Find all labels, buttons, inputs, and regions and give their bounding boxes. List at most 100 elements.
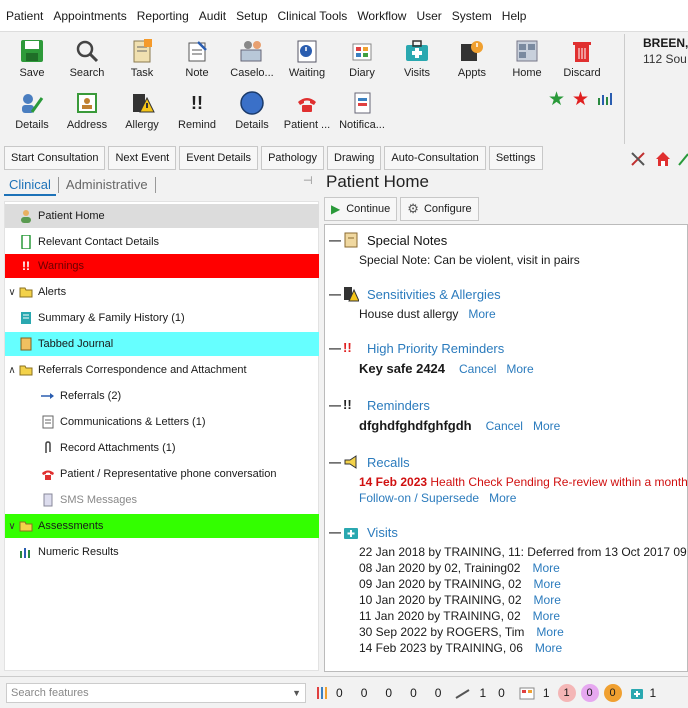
chevron-down-icon[interactable]: ∨ bbox=[5, 521, 19, 532]
pin-icon[interactable]: ⊣ bbox=[303, 174, 313, 187]
next-event-button[interactable]: Next Event bbox=[108, 146, 177, 170]
menu-reporting[interactable]: Reporting bbox=[137, 9, 189, 23]
nav-communications-letters[interactable]: Communications & Letters (1) bbox=[5, 410, 319, 434]
reminders-cancel-link[interactable]: Cancel bbox=[486, 419, 523, 433]
green-star-icon[interactable]: ★ bbox=[548, 88, 565, 111]
task-button[interactable]: Task bbox=[116, 34, 168, 86]
menu-user[interactable]: User bbox=[416, 9, 441, 23]
pen-icon bbox=[455, 688, 470, 699]
nav-phone-conversation[interactable]: Patient / Representative phone conversat… bbox=[5, 462, 319, 486]
visit-row: 11 Jan 2020 by TRAINING, 02 More bbox=[359, 609, 560, 623]
continue-button[interactable]: ▶ Continue bbox=[324, 197, 398, 221]
discard-button[interactable]: Discard bbox=[556, 34, 608, 86]
menu-patient[interactable]: Patient bbox=[6, 9, 43, 23]
appointments-icon bbox=[461, 41, 483, 61]
chevron-up-icon[interactable]: ∧ bbox=[5, 365, 19, 376]
visit-more-link[interactable]: More bbox=[535, 641, 562, 655]
menu-system[interactable]: System bbox=[452, 9, 492, 23]
nav-assessments[interactable]: ∨ Assessments bbox=[5, 514, 319, 538]
nav-referrals[interactable]: Referrals (2) bbox=[5, 384, 319, 408]
save-button[interactable]: Save bbox=[6, 34, 58, 86]
chart-icon[interactable] bbox=[597, 92, 613, 106]
collapse-icon[interactable]: — bbox=[329, 455, 343, 469]
collapse-icon[interactable]: — bbox=[329, 525, 343, 539]
visits-button[interactable]: Visits bbox=[391, 34, 443, 86]
visit-more-link[interactable]: More bbox=[536, 625, 563, 639]
search-features-input[interactable]: Search features ▼ bbox=[6, 682, 306, 703]
nav-warnings[interactable]: !! Warnings bbox=[5, 254, 319, 278]
visit-row: 08 Jan 2020 by 02, Training02 More bbox=[359, 561, 560, 575]
menu-audit[interactable]: Audit bbox=[199, 9, 226, 23]
details-button[interactable]: Details bbox=[6, 86, 58, 138]
start-consultation-button[interactable]: Start Consultation bbox=[4, 146, 106, 170]
menu-setup[interactable]: Setup bbox=[236, 9, 267, 23]
nav-referrals-correspondence[interactable]: ∧ Referrals Correspondence and Attachmen… bbox=[5, 358, 319, 382]
notifications-button[interactable]: Notifica... bbox=[336, 86, 388, 138]
nav-record-attachments[interactable]: Record Attachments (1) bbox=[5, 436, 319, 460]
home-icon[interactable] bbox=[655, 151, 671, 167]
nav-alerts[interactable]: ∨ Alerts bbox=[5, 280, 319, 304]
tools-icon[interactable] bbox=[630, 151, 646, 167]
nav-sms-messages[interactable]: SMS Messages bbox=[5, 488, 319, 512]
pathology-button[interactable]: Pathology bbox=[261, 146, 324, 170]
high-priority-cancel-link[interactable]: Cancel bbox=[459, 362, 496, 376]
tab-clinical[interactable]: Clinical bbox=[4, 174, 56, 196]
home-button[interactable]: Home bbox=[501, 34, 553, 86]
patient-banner: BREEN, P 112 Sou bbox=[624, 34, 688, 144]
event-details-button[interactable]: Event Details bbox=[179, 146, 259, 170]
consultation-toolbar: Start Consultation Next Event Event Deta… bbox=[0, 144, 688, 172]
recalls-more-link[interactable]: More bbox=[489, 491, 516, 505]
nav-tabbed-journal[interactable]: Tabbed Journal bbox=[5, 332, 319, 356]
mobile-phone-icon bbox=[21, 235, 31, 249]
waiting-button[interactable]: Waiting bbox=[281, 34, 333, 86]
collapse-icon[interactable]: — bbox=[329, 287, 343, 301]
chevron-down-icon[interactable]: ▼ bbox=[292, 684, 301, 702]
patient-phone-button[interactable]: Patient ... bbox=[281, 86, 333, 138]
reminders-more-link[interactable]: More bbox=[533, 419, 560, 433]
menu-help[interactable]: Help bbox=[502, 9, 527, 23]
configure-button[interactable]: ⚙ Configure bbox=[400, 197, 479, 221]
visit-more-link[interactable]: More bbox=[534, 577, 561, 591]
nav-relevant-contact-details[interactable]: Relevant Contact Details bbox=[5, 230, 319, 254]
nav-patient-home[interactable]: Patient Home bbox=[5, 204, 319, 228]
drawing-button[interactable]: Drawing bbox=[327, 146, 382, 170]
allergy-button[interactable]: Allergy bbox=[116, 86, 168, 138]
tab-administrative[interactable]: Administrative bbox=[61, 174, 153, 196]
remind-button[interactable]: !! Remind bbox=[171, 86, 223, 138]
play-icon: ▶ bbox=[331, 202, 341, 216]
save-icon bbox=[21, 40, 43, 62]
visit-more-link[interactable]: More bbox=[532, 561, 559, 575]
red-star-icon[interactable]: ★ bbox=[572, 88, 589, 111]
tool-edit-icon[interactable] bbox=[678, 151, 688, 167]
settings-button[interactable]: Settings bbox=[488, 146, 543, 170]
visit-more-link[interactable]: More bbox=[533, 609, 560, 623]
double-exclamation-icon: !! bbox=[191, 93, 203, 113]
warning-exclamation-icon: !! bbox=[22, 259, 30, 273]
collapse-icon[interactable]: — bbox=[329, 233, 343, 247]
visit-row: 30 Sep 2022 by ROGERS, Tim More bbox=[359, 625, 564, 639]
follow-on-supersede-link[interactable]: Follow-on / Supersede bbox=[359, 491, 479, 505]
collapse-icon[interactable]: — bbox=[329, 398, 343, 412]
megaphone-icon bbox=[344, 455, 357, 469]
menu-workflow[interactable]: Workflow bbox=[357, 9, 406, 23]
caseload-button[interactable]: Caselo... bbox=[226, 34, 278, 86]
collapse-icon[interactable]: — bbox=[329, 341, 343, 355]
nav-numeric-results[interactable]: Numeric Results bbox=[5, 540, 319, 564]
auto-consultation-button[interactable]: Auto-Consultation bbox=[384, 146, 486, 170]
note-button[interactable]: Note bbox=[171, 34, 223, 86]
status-count: 0 bbox=[336, 685, 343, 700]
high-priority-more-link[interactable]: More bbox=[506, 362, 533, 376]
search-button[interactable]: Search bbox=[61, 34, 113, 86]
sensitivities-more-link[interactable]: More bbox=[468, 307, 495, 321]
nav-summary-family-history[interactable]: Summary & Family History (1) bbox=[5, 306, 319, 330]
details-circle-button[interactable]: Details bbox=[226, 86, 278, 138]
address-button[interactable]: Address bbox=[61, 86, 113, 138]
clinical-navigation-tree: Patient Home Relevant Contact Details !!… bbox=[4, 201, 319, 671]
menu-clinical-tools[interactable]: Clinical Tools bbox=[278, 9, 348, 23]
diary-button[interactable]: Diary bbox=[336, 34, 388, 86]
visit-more-link[interactable]: More bbox=[534, 593, 561, 607]
main-toolbar: Save Search Task Note Caselo... Waiting … bbox=[0, 32, 688, 144]
chevron-down-icon[interactable]: ∨ bbox=[5, 287, 19, 298]
menu-appointments[interactable]: Appointments bbox=[53, 9, 126, 23]
appts-button[interactable]: Appts bbox=[446, 34, 498, 86]
